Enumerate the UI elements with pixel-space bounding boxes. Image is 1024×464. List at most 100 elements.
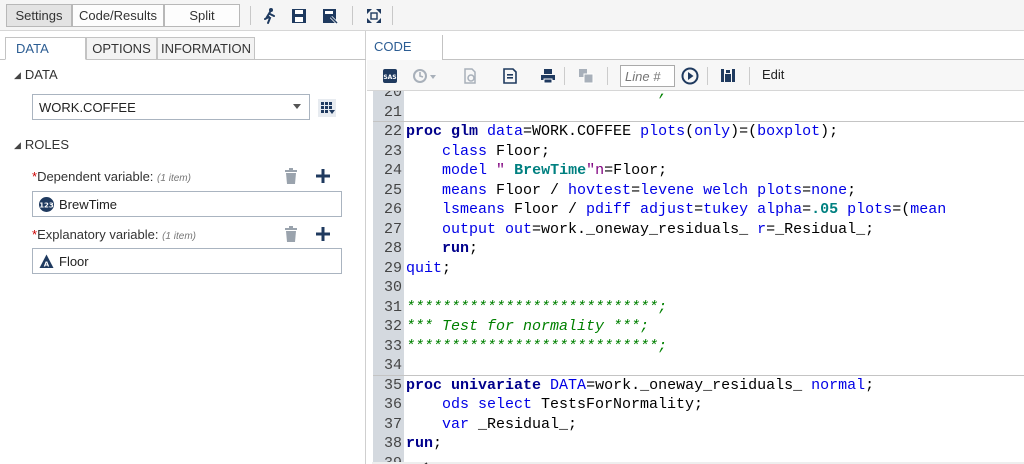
format-code-icon[interactable]: [501, 67, 519, 85]
history-icon[interactable]: [411, 67, 439, 85]
code-line[interactable]: 33 ****************************;: [373, 337, 1024, 357]
task-settings-panel: DATA OPTIONS INFORMATION ◢ DATA WORK.COFF…: [0, 31, 366, 464]
code-line[interactable]: 21: [373, 103, 1024, 122]
explanatory-variable-label: *Explanatory variable: (1 item): [32, 227, 196, 242]
code-line[interactable]: 28 run;: [373, 239, 1024, 259]
code-line[interactable]: 26 lsmeans Floor / pdiff adjust=tukey al…: [373, 200, 1024, 220]
code-line[interactable]: 34: [373, 356, 1024, 376]
add-icon[interactable]: [315, 226, 331, 242]
code-token: );: [820, 123, 839, 140]
line-number: 20: [383, 91, 402, 101]
tab-information[interactable]: INFORMATION: [157, 37, 255, 60]
code-line[interactable]: 25 means Floor / hovtest=levene welch pl…: [373, 181, 1024, 201]
code-line[interactable]: 20 ****************************;: [373, 91, 1024, 103]
code-line[interactable]: 22 proc glm data=WORK.COFFEE plots(only)=…: [373, 122, 1024, 142]
code-line[interactable]: 29 quit;: [373, 259, 1024, 279]
code-token: run: [406, 435, 434, 452]
line-number: 29: [383, 259, 402, 277]
save-as-icon[interactable]: [320, 6, 340, 26]
code-token: output out: [442, 220, 533, 238]
code-line[interactable]: 30: [373, 278, 1024, 298]
code-token: ods select: [442, 396, 533, 413]
section-title: ROLES: [24, 137, 69, 152]
code-text: means Floor / hovtest=levene welch plots…: [406, 181, 856, 201]
settings-button[interactable]: Settings: [6, 4, 72, 27]
toolbar-divider: [749, 67, 750, 85]
code-token: Floor /: [487, 181, 569, 199]
line-number: 26: [383, 201, 402, 218]
code-token: r: [757, 220, 767, 238]
maximize-icon[interactable]: [364, 6, 384, 26]
line-number: 22: [383, 123, 402, 140]
tab-data[interactable]: DATA: [5, 37, 86, 60]
split-button[interactable]: Split: [164, 4, 240, 27]
dataset-select[interactable]: WORK.COFFEE: [32, 94, 310, 120]
line-number: 23: [383, 142, 402, 160]
roles-section-header[interactable]: ◢ ROLES: [14, 137, 69, 152]
code-token: TestsForNormality;: [532, 396, 704, 413]
code-text: proc glm data=WORK.COFFEE plots(only)=(b…: [406, 122, 838, 142]
dataset-filter-icon[interactable]: [318, 99, 336, 117]
code-line[interactable]: 24 model " BrewTime"n=Floor;: [373, 161, 1024, 181]
code-token: ;: [865, 376, 875, 394]
tab-options[interactable]: OPTIONS: [86, 37, 157, 60]
go-to-line-icon[interactable]: [681, 67, 699, 85]
document-refresh-icon[interactable]: [461, 67, 479, 85]
line-number: 36: [383, 396, 402, 413]
code-token: plots: [847, 201, 893, 218]
code-toolbar: SAS Edit: [367, 60, 1024, 91]
save-icon[interactable]: [289, 6, 309, 26]
code-text: ****************************;: [406, 337, 667, 357]
code-token: var: [442, 415, 470, 433]
code-line[interactable]: 27 output out=work._oneway_residuals_ r=…: [373, 220, 1024, 240]
copy-icon[interactable]: [577, 67, 595, 85]
code-text: run;: [406, 239, 478, 259]
code-results-button[interactable]: Code/Results: [72, 4, 164, 27]
code-line[interactable]: 23 class Floor;: [373, 142, 1024, 162]
run-icon[interactable]: [260, 6, 280, 26]
main-toolbar: Settings Code/Results Split: [0, 0, 1024, 31]
debug-icon[interactable]: [719, 67, 737, 85]
code-text: *** Test for normality ***;: [406, 317, 649, 337]
code-token: *** Test for normality ***;: [406, 318, 650, 335]
code-text: ****************************;: [406, 298, 667, 318]
code-token: ****************************;: [406, 91, 668, 101]
trash-icon[interactable]: [283, 168, 299, 184]
code-token: mean: [910, 201, 947, 218]
code-token: normal: [811, 376, 866, 394]
run-code-icon[interactable]: SAS: [381, 67, 399, 85]
tab-code[interactable]: CODE: [367, 35, 443, 60]
explanatory-variable-field[interactable]: A Floor: [32, 248, 342, 274]
code-line[interactable]: 36 ods select TestsForNormality;: [373, 395, 1024, 415]
add-icon[interactable]: [315, 168, 331, 184]
code-line[interactable]: 32 *** Test for normality ***;: [373, 317, 1024, 337]
code-text: output out=work._oneway_residuals_ r=_Re…: [406, 220, 874, 240]
dataset-value: WORK.COFFEE: [39, 100, 136, 115]
print-icon[interactable]: [539, 67, 557, 85]
code-line[interactable]: 31 ****************************;: [373, 298, 1024, 318]
code-token: Floor;: [487, 142, 551, 160]
svg-text:123: 123: [39, 202, 54, 210]
line-number-input[interactable]: [620, 65, 675, 87]
data-section-header[interactable]: ◢ DATA: [14, 67, 58, 82]
code-line[interactable]: 37 var _Residual_;: [373, 415, 1024, 435]
code-line[interactable]: 38 run;: [373, 434, 1024, 454]
line-number: 34: [383, 357, 402, 374]
code-token: )=(: [730, 123, 758, 140]
line-number: 21: [383, 103, 402, 121]
code-text: lsmeans Floor / pdiff adjust=tukey alpha…: [406, 200, 946, 220]
code-editor[interactable]: 20 ****************************; 21 22 proc …: [373, 91, 1024, 464]
section-title: DATA: [24, 67, 58, 82]
code-line[interactable]: 35 proc univariate DATA=work._oneway_resi…: [373, 376, 1024, 396]
horizontal-scrollbar[interactable]: [0, 457, 1024, 464]
trash-icon[interactable]: [283, 226, 299, 242]
edit-button[interactable]: Edit: [762, 67, 784, 82]
dependent-variable-field[interactable]: 123 BrewTime: [32, 191, 342, 217]
